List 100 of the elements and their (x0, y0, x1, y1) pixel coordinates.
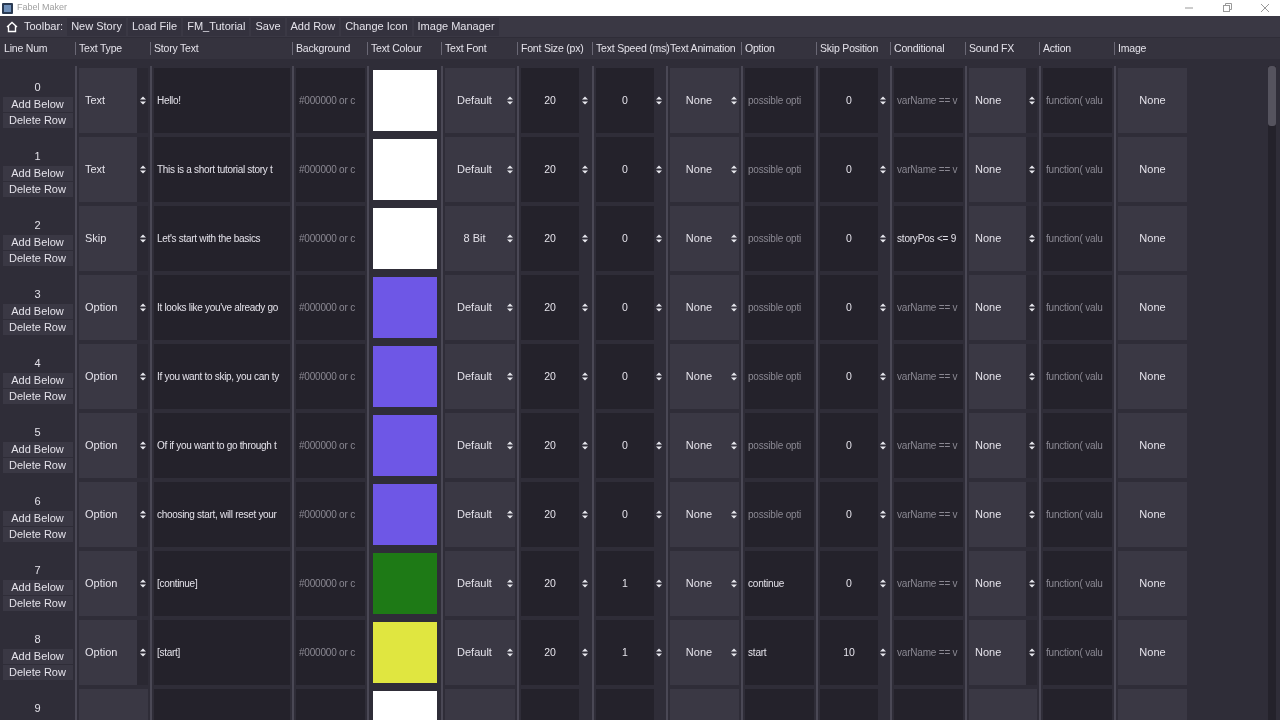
background-field[interactable]: #000000 or c (296, 551, 365, 616)
toolbar-button[interactable]: Image Manager (413, 17, 499, 36)
toolbar-button[interactable]: Change Icon (341, 17, 412, 36)
column-header[interactable]: Text Font (445, 40, 487, 57)
number-field[interactable]: 0 (820, 206, 878, 271)
story-text-field[interactable]: Hello! (154, 68, 290, 133)
toolbar-button[interactable]: FM_Tutorial (183, 17, 250, 36)
animation-dropdown[interactable]: None (670, 275, 739, 340)
row-button[interactable]: Delete Row (2, 595, 73, 611)
sound-dropdown[interactable]: None (969, 344, 1037, 409)
sound-dropdown[interactable]: None (969, 482, 1037, 547)
option-field[interactable]: possible opti (745, 206, 814, 271)
background-field[interactable]: #000000 or c (296, 620, 365, 685)
number-field[interactable]: 0 (820, 551, 878, 616)
animation-dropdown[interactable]: None (670, 482, 739, 547)
home-icon[interactable] (6, 20, 18, 33)
row-button[interactable]: Add Below (2, 165, 73, 181)
number-field[interactable]: 0 (820, 275, 878, 340)
column-header[interactable]: Text Colour (371, 40, 422, 57)
action-field[interactable]: function( valu (1043, 620, 1112, 685)
number-field[interactable]: 0 (596, 344, 654, 409)
number-field[interactable]: 20 (521, 551, 579, 616)
option-field[interactable]: continue (745, 551, 814, 616)
number-field[interactable]: 0 (596, 413, 654, 478)
background-field[interactable]: #000000 or c (296, 68, 365, 133)
image-button[interactable]: None (1118, 206, 1187, 271)
font-dropdown[interactable]: Default (445, 620, 515, 685)
sound-dropdown[interactable]: None (969, 551, 1037, 616)
image-button[interactable]: None (1118, 137, 1187, 202)
maximize-icon[interactable] (1222, 3, 1232, 13)
conditional-field[interactable]: varName == v (894, 482, 963, 547)
animation-dropdown[interactable]: None (670, 620, 739, 685)
type-dropdown[interactable]: Option (79, 482, 148, 547)
action-field[interactable]: function( valu (1043, 482, 1112, 547)
background-field[interactable]: #000000 or c (296, 275, 365, 340)
background-field[interactable]: #000000 or c (296, 137, 365, 202)
story-text-field[interactable]: Of if you want to go through t (154, 413, 290, 478)
background-field[interactable]: #000000 or c (296, 344, 365, 409)
font-dropdown[interactable]: Default (445, 275, 515, 340)
option-field[interactable]: possible opti (745, 275, 814, 340)
animation-dropdown[interactable]: None (670, 68, 739, 133)
column-header[interactable]: Line Num (4, 40, 48, 57)
background-field[interactable]: #000000 or c (296, 206, 365, 271)
row-button[interactable]: Add Below (2, 303, 73, 319)
row-button[interactable]: Add Below (2, 372, 73, 388)
font-dropdown[interactable]: Default (445, 551, 515, 616)
image-button[interactable]: None (1118, 344, 1187, 409)
story-text-field[interactable]: This is a short tutorial story t (154, 137, 290, 202)
conditional-field[interactable]: varName == v (894, 620, 963, 685)
number-field[interactable]: 20 (521, 482, 579, 547)
story-text-field[interactable]: If you want to skip, you can ty (154, 344, 290, 409)
number-field[interactable]: 0 (820, 413, 878, 478)
animation-dropdown[interactable]: None (670, 344, 739, 409)
number-field[interactable]: 0 (596, 68, 654, 133)
number-field[interactable]: 1 (596, 551, 654, 616)
conditional-field[interactable]: storyPos <= 9 (894, 206, 963, 271)
row-button[interactable]: Delete Row (2, 457, 73, 473)
type-dropdown[interactable]: Option (79, 551, 148, 616)
conditional-field[interactable]: varName == v (894, 413, 963, 478)
image-button[interactable]: None (1118, 551, 1187, 616)
sound-dropdown[interactable]: None (969, 206, 1037, 271)
row-button[interactable]: Delete Row (2, 181, 73, 197)
column-header[interactable]: Sound FX (969, 40, 1015, 57)
action-field[interactable]: function( valu (1043, 275, 1112, 340)
image-button[interactable]: None (1118, 68, 1187, 133)
column-header[interactable]: Action (1043, 40, 1071, 57)
action-field[interactable]: function( valu (1043, 206, 1112, 271)
row-button[interactable]: Add Below (2, 96, 73, 112)
story-text-field[interactable]: choosing start, will reset your (154, 482, 290, 547)
conditional-field[interactable]: varName == v (894, 68, 963, 133)
row-button[interactable]: Delete Row (2, 526, 73, 542)
sound-dropdown[interactable]: None (969, 275, 1037, 340)
action-field[interactable]: function( valu (1043, 68, 1112, 133)
row-button[interactable]: Delete Row (2, 250, 73, 266)
sound-dropdown[interactable]: None (969, 68, 1037, 133)
column-header[interactable]: Font Size (px) (521, 40, 584, 57)
background-field[interactable]: #000000 or c (296, 482, 365, 547)
font-dropdown[interactable]: Default (445, 68, 515, 133)
colour-swatch[interactable] (373, 553, 437, 614)
number-field[interactable]: 0 (820, 344, 878, 409)
action-field[interactable]: function( valu (1043, 551, 1112, 616)
type-dropdown[interactable]: Skip (79, 206, 148, 271)
number-field[interactable]: 0 (820, 137, 878, 202)
option-field[interactable]: possible opti (745, 137, 814, 202)
sound-dropdown[interactable]: None (969, 137, 1037, 202)
image-button[interactable]: None (1118, 620, 1187, 685)
row-button[interactable]: Delete Row (2, 664, 73, 680)
row-button[interactable]: Add Below (2, 441, 73, 457)
type-dropdown[interactable]: Text (79, 137, 148, 202)
row-button[interactable]: Delete Row (2, 112, 73, 128)
column-header[interactable]: Story Text (154, 40, 199, 57)
option-field[interactable]: possible opti (745, 482, 814, 547)
column-header[interactable]: Text Type (79, 40, 122, 57)
number-field[interactable]: 0 (596, 206, 654, 271)
number-field[interactable]: 20 (521, 620, 579, 685)
column-header[interactable]: Skip Position (820, 40, 879, 57)
conditional-field[interactable]: varName == v (894, 275, 963, 340)
colour-swatch[interactable] (373, 277, 437, 338)
colour-swatch[interactable] (373, 415, 437, 476)
number-field[interactable]: 20 (521, 344, 579, 409)
